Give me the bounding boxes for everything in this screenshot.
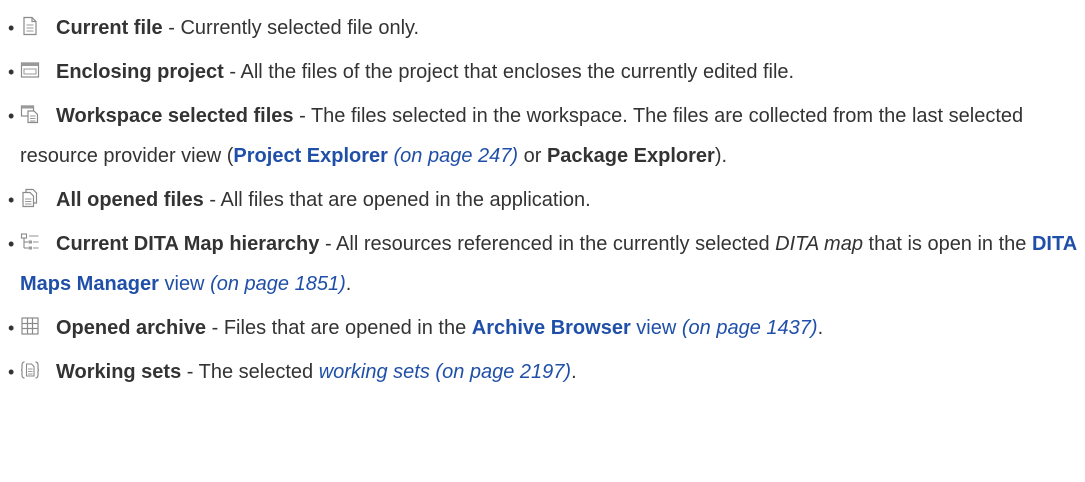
- enclosing-project-icon: [20, 60, 42, 80]
- working-sets-link[interactable]: working sets: [319, 361, 430, 383]
- emphasis: DITA map: [775, 233, 863, 255]
- description: - All files that are opened in the appli…: [203, 189, 591, 211]
- description-tail: ).: [714, 145, 728, 167]
- description: - Files that are opened in the: [206, 317, 472, 339]
- opened-archive-icon: [20, 316, 42, 336]
- dita-hierarchy-icon: [20, 232, 42, 252]
- term: Current DITA Map hierarchy: [56, 233, 320, 255]
- archive-browser-link[interactable]: Archive Browser: [472, 317, 631, 339]
- term: Opened archive: [56, 317, 207, 339]
- scope-list: • Current file - Currently selected file…: [0, 0, 1085, 392]
- bullet: •: [8, 318, 15, 338]
- description-tail: .: [345, 273, 352, 295]
- list-item-current-dita-map-hierarchy: • Current DITA Map hierarchy - All resou…: [8, 224, 1085, 304]
- description: - All the files of the project that encl…: [223, 61, 795, 83]
- bullet: •: [8, 362, 15, 382]
- list-item-workspace-selected-files: • Workspace selected files - The files s…: [8, 96, 1085, 176]
- bullet: •: [8, 106, 15, 126]
- project-explorer-link[interactable]: Project Explorer: [233, 145, 388, 167]
- current-file-icon: [20, 16, 42, 36]
- description: - The selected: [181, 361, 319, 383]
- term: Enclosing project: [56, 61, 224, 83]
- description-tail: .: [817, 317, 824, 339]
- page-reference: (on page 1437): [681, 317, 818, 339]
- page-reference: (on page 247): [393, 145, 519, 167]
- working-sets-icon: [20, 360, 42, 380]
- description-cont: that is open in the: [862, 233, 1032, 255]
- list-item-current-file: • Current file - Currently selected file…: [8, 8, 1085, 48]
- list-item-all-opened-files: • All opened files - All files that are …: [8, 180, 1085, 220]
- ui-control-name: Package Explorer: [546, 145, 715, 167]
- list-item-opened-archive: • Opened archive - Files that are opened…: [8, 308, 1085, 348]
- opened-files-icon: [20, 188, 42, 208]
- bullet: •: [8, 62, 15, 82]
- term: Current file: [56, 17, 163, 39]
- bullet: •: [8, 234, 15, 254]
- term: All opened files: [56, 189, 204, 211]
- list-item-enclosing-project: • Enclosing project - All the files of t…: [8, 52, 1085, 92]
- view-link[interactable]: view: [631, 317, 676, 339]
- term: Working sets: [56, 361, 182, 383]
- bullet: •: [8, 18, 15, 38]
- page-reference: (on page 2197): [435, 361, 572, 383]
- description-mid: or: [518, 145, 547, 167]
- description-tail: .: [571, 361, 577, 383]
- list-item-working-sets: • Working sets - The selected working se…: [8, 352, 1085, 392]
- description: - All resources referenced in the curren…: [319, 233, 776, 255]
- view-link[interactable]: view: [159, 273, 204, 295]
- description: - Currently selected file only.: [162, 17, 420, 39]
- term: Workspace selected files: [56, 105, 294, 127]
- workspace-files-icon: [20, 104, 42, 124]
- bullet: •: [8, 190, 15, 210]
- page-reference: (on page 1851): [210, 273, 346, 295]
